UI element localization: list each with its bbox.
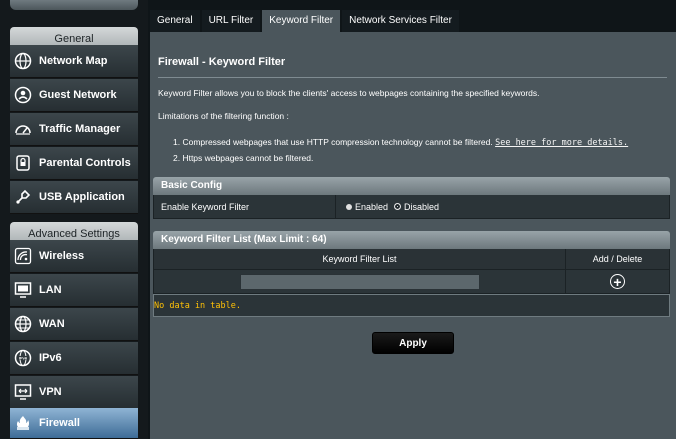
sidebar-item-label: USB Application (39, 191, 125, 203)
limitation-1-text: 1. Compressed webpages that use HTTP com… (173, 137, 493, 147)
sidebar-item-label: LAN (39, 284, 62, 296)
keyword-input-row: + (153, 270, 670, 294)
keyword-list-table: Keyword Filter List (Max Limit : 64) Key… (153, 231, 670, 317)
apply-button[interactable]: Apply (372, 332, 454, 354)
ipv6-globe-icon: IPv6 (13, 348, 33, 368)
enable-radio-group: Enabled Disabled (336, 195, 439, 218)
column-header-keyword-list: Keyword Filter List (154, 249, 566, 269)
description-text: Keyword Filter allows you to block the c… (158, 88, 540, 98)
enabled-radio[interactable]: Enabled (346, 202, 388, 212)
limitations-heading: Limitations of the filtering function : (158, 111, 289, 121)
sidebar-item-wan[interactable]: WAN (10, 308, 138, 341)
sidebar-item-label: Parental Controls (39, 157, 131, 169)
sidebar-item-firewall[interactable]: Firewall (10, 408, 138, 439)
add-keyword-button[interactable]: + (610, 274, 625, 289)
sidebar-item-label: IPv6 (39, 352, 62, 364)
wireless-icon (13, 246, 33, 266)
sidebar-top-cap (10, 0, 138, 10)
lock-icon (13, 153, 33, 173)
see-details-link[interactable]: See here for more details. (495, 138, 628, 148)
basic-config-header: Basic Config (153, 177, 670, 195)
sidebar-item-parental-controls[interactable]: Parental Controls (10, 147, 138, 180)
sidebar-item-ipv6[interactable]: IPv6 IPv6 (10, 342, 138, 375)
sidebar-item-vpn[interactable]: VPN (10, 376, 138, 409)
limitation-item-1: 1. Compressed webpages that use HTTP com… (173, 137, 628, 148)
enabled-radio-label: Enabled (355, 201, 389, 212)
page-title: Firewall - Keyword Filter (158, 56, 286, 68)
sidebar-item-traffic-manager[interactable]: Traffic Manager (10, 113, 138, 146)
sidebar-item-label: Network Map (39, 55, 108, 67)
sidebar-item-label: VPN (39, 386, 62, 398)
sidebar: General Network Map Guest Network Traffi… (0, 0, 148, 439)
sidebar-item-usb-application[interactable]: USB Application (10, 181, 138, 214)
plus-icon: + (613, 273, 622, 290)
globe-network-icon (13, 51, 33, 71)
sidebar-item-network-map[interactable]: Network Map (10, 45, 138, 78)
tab-network-services-filter[interactable]: Network Services Filter (342, 10, 459, 32)
usb-puzzle-icon (13, 187, 33, 207)
guest-network-icon (13, 85, 33, 105)
title-divider (158, 77, 667, 78)
sidebar-item-wireless[interactable]: Wireless (10, 240, 138, 273)
svg-text:IPv6: IPv6 (19, 355, 28, 360)
tab-bar: General URL Filter Keyword Filter Networ… (150, 10, 461, 32)
gauge-icon (13, 119, 33, 139)
enable-keyword-filter-label: Enable Keyword Filter (154, 195, 336, 218)
keyword-input-cell (154, 270, 566, 293)
sidebar-item-lan[interactable]: LAN (10, 274, 138, 307)
disabled-radio-label: Disabled (404, 201, 440, 212)
disabled-radio[interactable]: Disabled (394, 202, 439, 212)
sidebar-item-label: Guest Network (39, 89, 117, 101)
empty-table-row: No data in table. (153, 294, 670, 317)
sidebar-item-label: Wireless (39, 250, 85, 262)
add-cell: + (566, 270, 669, 293)
column-header-add-delete: Add / Delete (592, 254, 643, 264)
sidebar-item-label: Firewall (39, 417, 80, 429)
tab-general[interactable]: General (150, 10, 200, 32)
monitor-icon (13, 280, 33, 300)
keyword-list-column-headers: Keyword Filter List Add / Delete (153, 249, 670, 270)
no-data-message: No data in table. (154, 300, 241, 311)
tab-keyword-filter[interactable]: Keyword Filter (262, 10, 341, 32)
keyword-input[interactable] (239, 273, 480, 290)
firewall-icon (13, 413, 33, 433)
enable-keyword-filter-row: Enable Keyword Filter Enabled Disabled (153, 195, 670, 219)
keyword-list-header: Keyword Filter List (Max Limit : 64) (153, 231, 670, 249)
sidebar-item-label: Traffic Manager (39, 123, 121, 135)
main-panel: Firewall - Keyword Filter Keyword Filter… (150, 32, 676, 439)
tab-url-filter[interactable]: URL Filter (201, 10, 261, 32)
basic-config-table: Basic Config Enable Keyword Filter Enabl… (153, 177, 670, 219)
globe-icon (13, 314, 33, 334)
enabled-radio-dot (346, 203, 352, 210)
sidebar-item-label: WAN (39, 318, 65, 330)
vpn-icon (13, 382, 33, 402)
limitation-item-2: 2. Https webpages cannot be filtered. (173, 153, 314, 163)
disabled-radio-dot (394, 203, 402, 210)
sidebar-item-guest-network[interactable]: Guest Network (10, 79, 138, 112)
